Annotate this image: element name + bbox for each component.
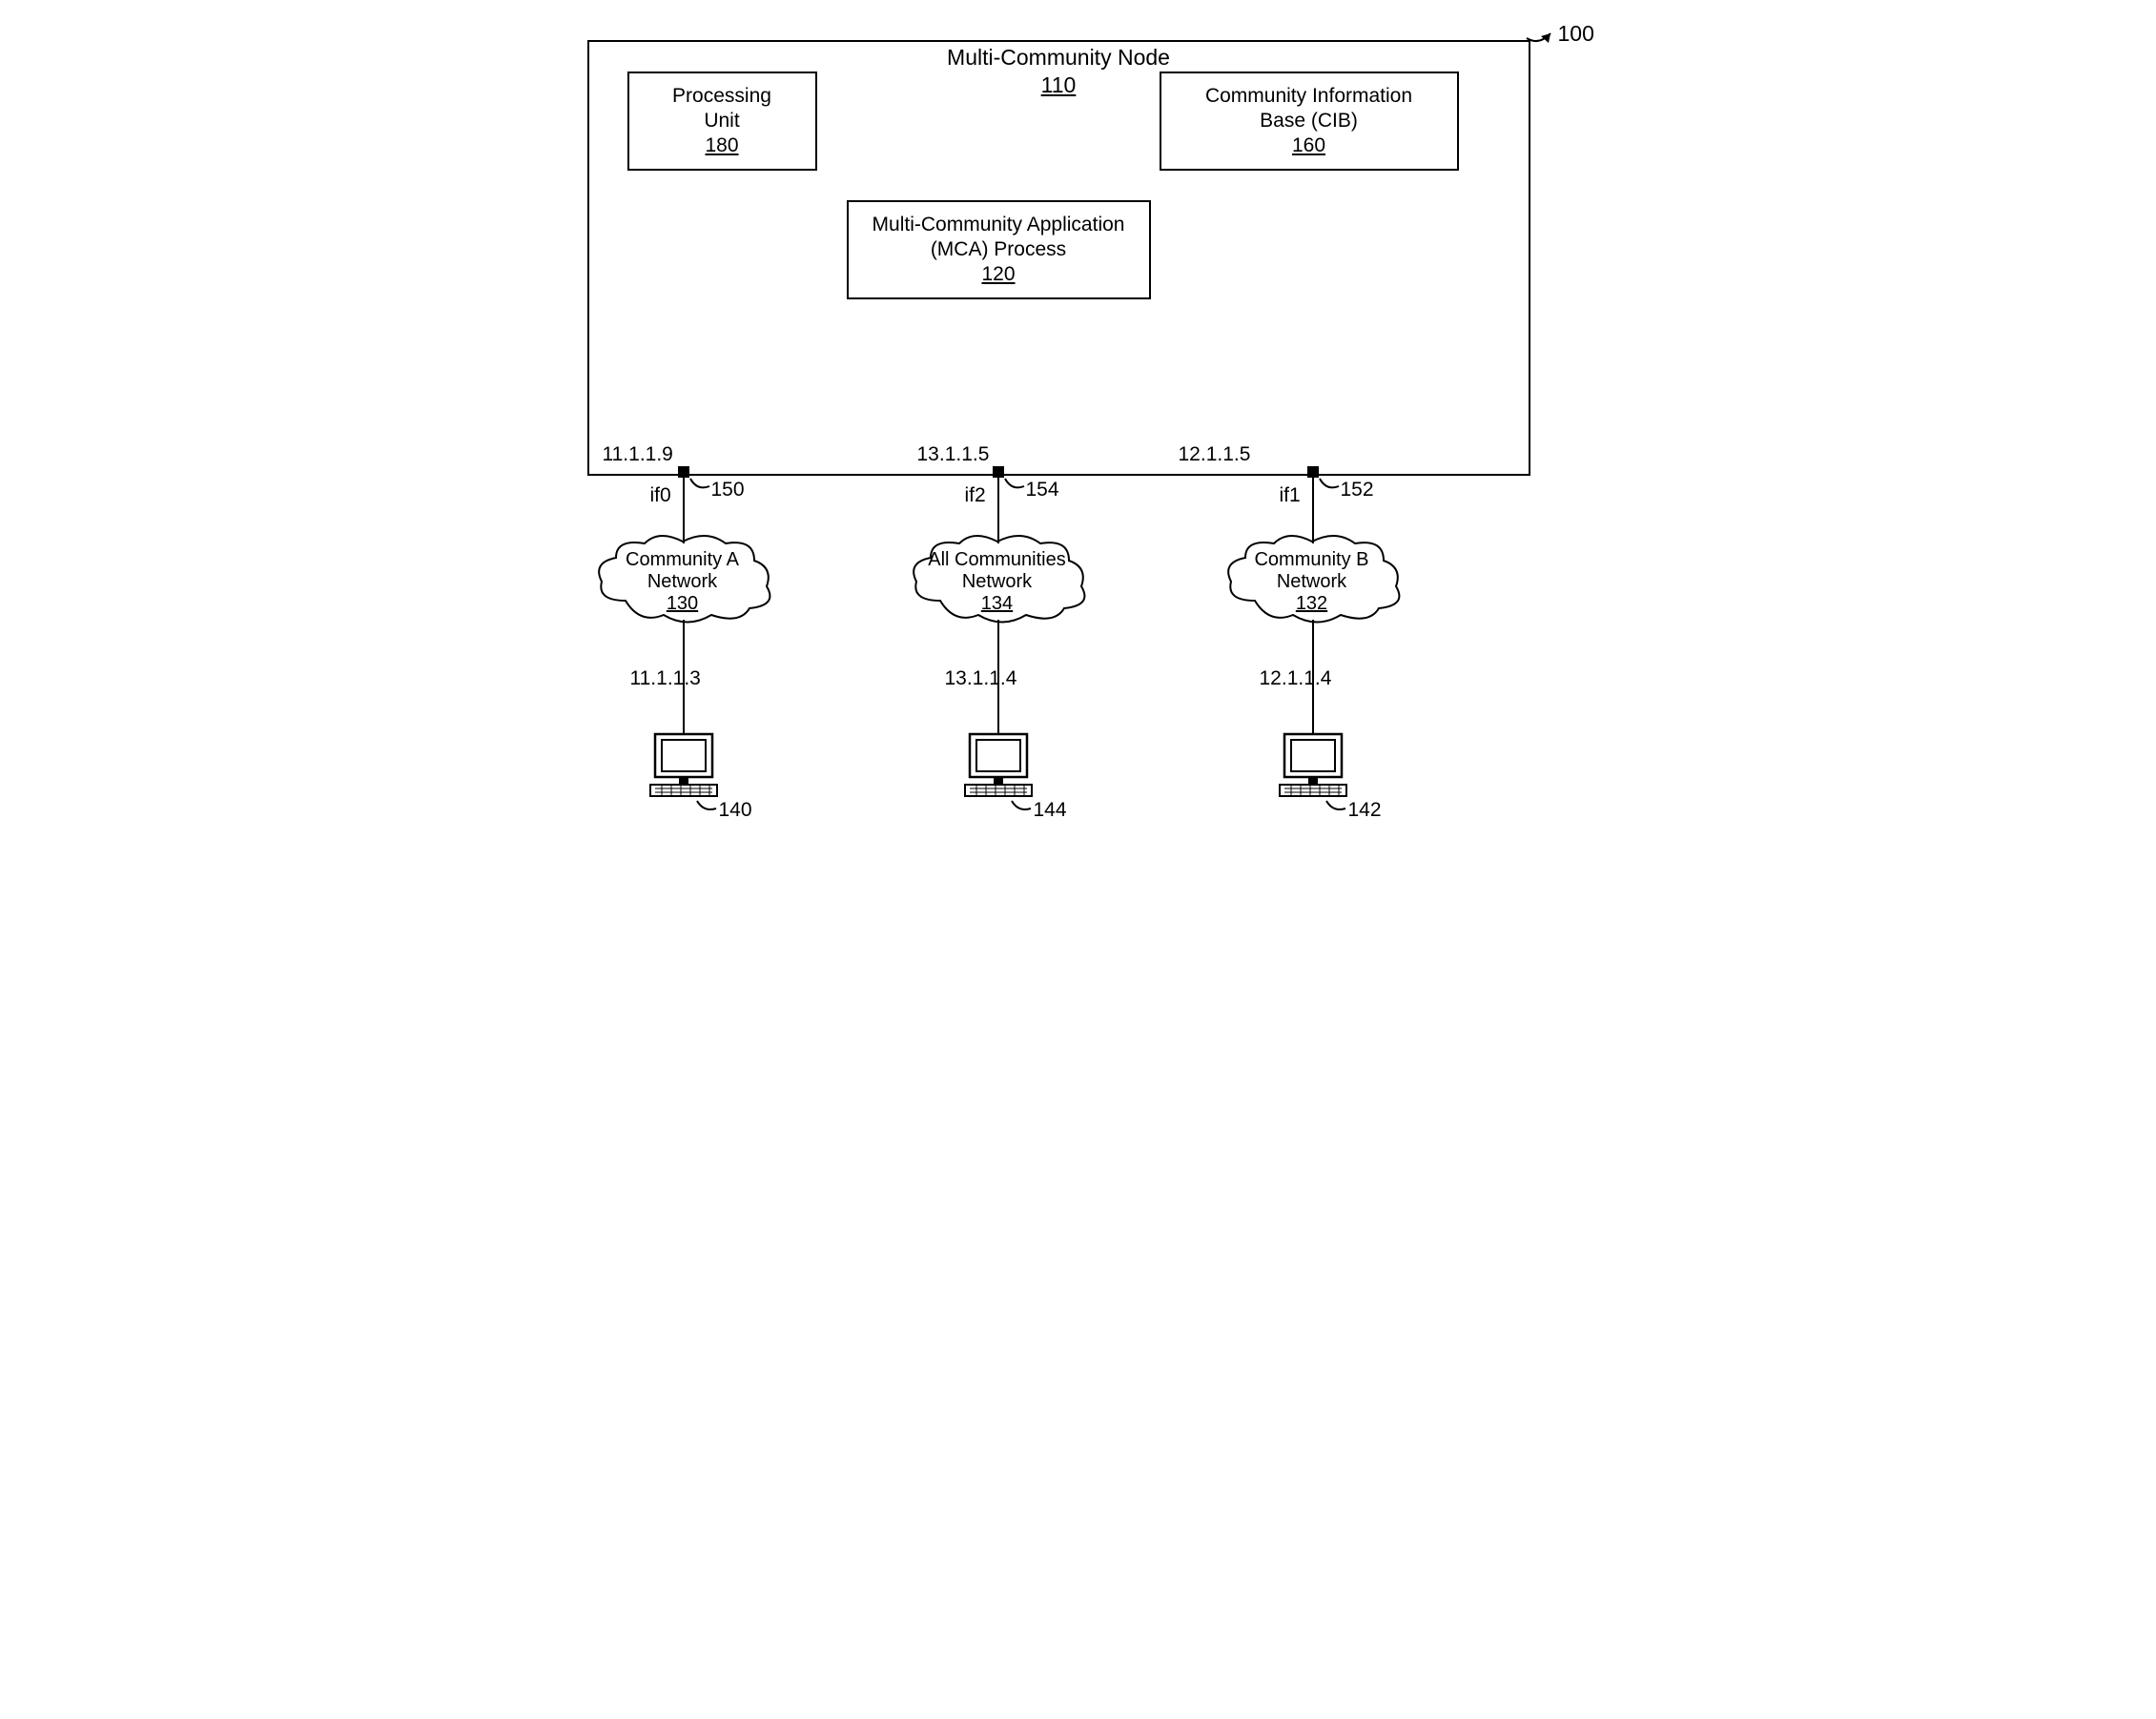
mca-box: Multi-Community Application (MCA) Proces…	[847, 200, 1151, 299]
cloud-a: Community A Network 130	[597, 534, 769, 629]
cloud-all: All Communities Network 134	[912, 534, 1083, 629]
mca-ref: 120	[981, 262, 1015, 287]
figure-ref-label: 100	[1558, 21, 1594, 47]
mca-label2: (MCA) Process	[931, 237, 1066, 262]
ref-if0: 150	[711, 479, 745, 501]
cloud-b-line2: Network	[1254, 571, 1368, 593]
endpoint-ref-1: 144	[1034, 799, 1067, 822]
cloud-b-line1: Community B	[1254, 549, 1368, 571]
ifname-if2: if2	[965, 484, 986, 507]
cib-ref: 160	[1292, 133, 1325, 158]
computer-icon	[965, 734, 1032, 796]
cib-label2: Base (CIB)	[1260, 109, 1358, 133]
port-if1	[1307, 466, 1319, 478]
cib-label1: Community Information	[1205, 84, 1412, 109]
endpoint-ip-0: 11.1.1.3	[630, 667, 701, 690]
processing-unit-ref: 180	[705, 133, 738, 158]
mca-label1: Multi-Community Application	[873, 213, 1125, 237]
processing-unit-box: Processing Unit 180	[627, 72, 817, 171]
ref-if2: 154	[1026, 479, 1059, 501]
cloud-b-ref: 132	[1254, 593, 1368, 615]
cib-box: Community Information Base (CIB) 160	[1160, 72, 1459, 171]
cloud-a-line1: Community A	[626, 549, 739, 571]
cloud-all-line2: Network	[928, 571, 1065, 593]
endpoint-ref-0: 140	[719, 799, 752, 822]
endpoint-ip-2: 12.1.1.4	[1260, 667, 1332, 690]
ifname-if0: if0	[650, 484, 671, 507]
endpoint-ip-1: 13.1.1.4	[945, 667, 1017, 690]
diagram-canvas: 100 Multi-Community Node 110 Processing …	[540, 0, 1617, 858]
cloud-b: Community B Network 132	[1226, 534, 1398, 629]
computer-icon	[650, 734, 717, 796]
endpoint-ref-2: 142	[1348, 799, 1382, 822]
cloud-a-ref: 130	[626, 593, 739, 615]
ip-if1: 12.1.1.5	[1179, 443, 1251, 466]
ip-if2: 13.1.1.5	[917, 443, 990, 466]
ref-if1: 152	[1341, 479, 1374, 501]
processing-unit-label1: Processing	[672, 84, 771, 109]
port-if0	[678, 466, 689, 478]
cloud-all-ref: 134	[928, 593, 1065, 615]
computer-icon	[1280, 734, 1346, 796]
cloud-all-line1: All Communities	[928, 549, 1065, 571]
ifname-if1: if1	[1280, 484, 1301, 507]
cloud-a-line2: Network	[626, 571, 739, 593]
port-if2	[993, 466, 1004, 478]
processing-unit-label2: Unit	[704, 109, 739, 133]
ip-if0: 11.1.1.9	[603, 443, 673, 466]
node-title: Multi-Community Node	[589, 44, 1529, 72]
